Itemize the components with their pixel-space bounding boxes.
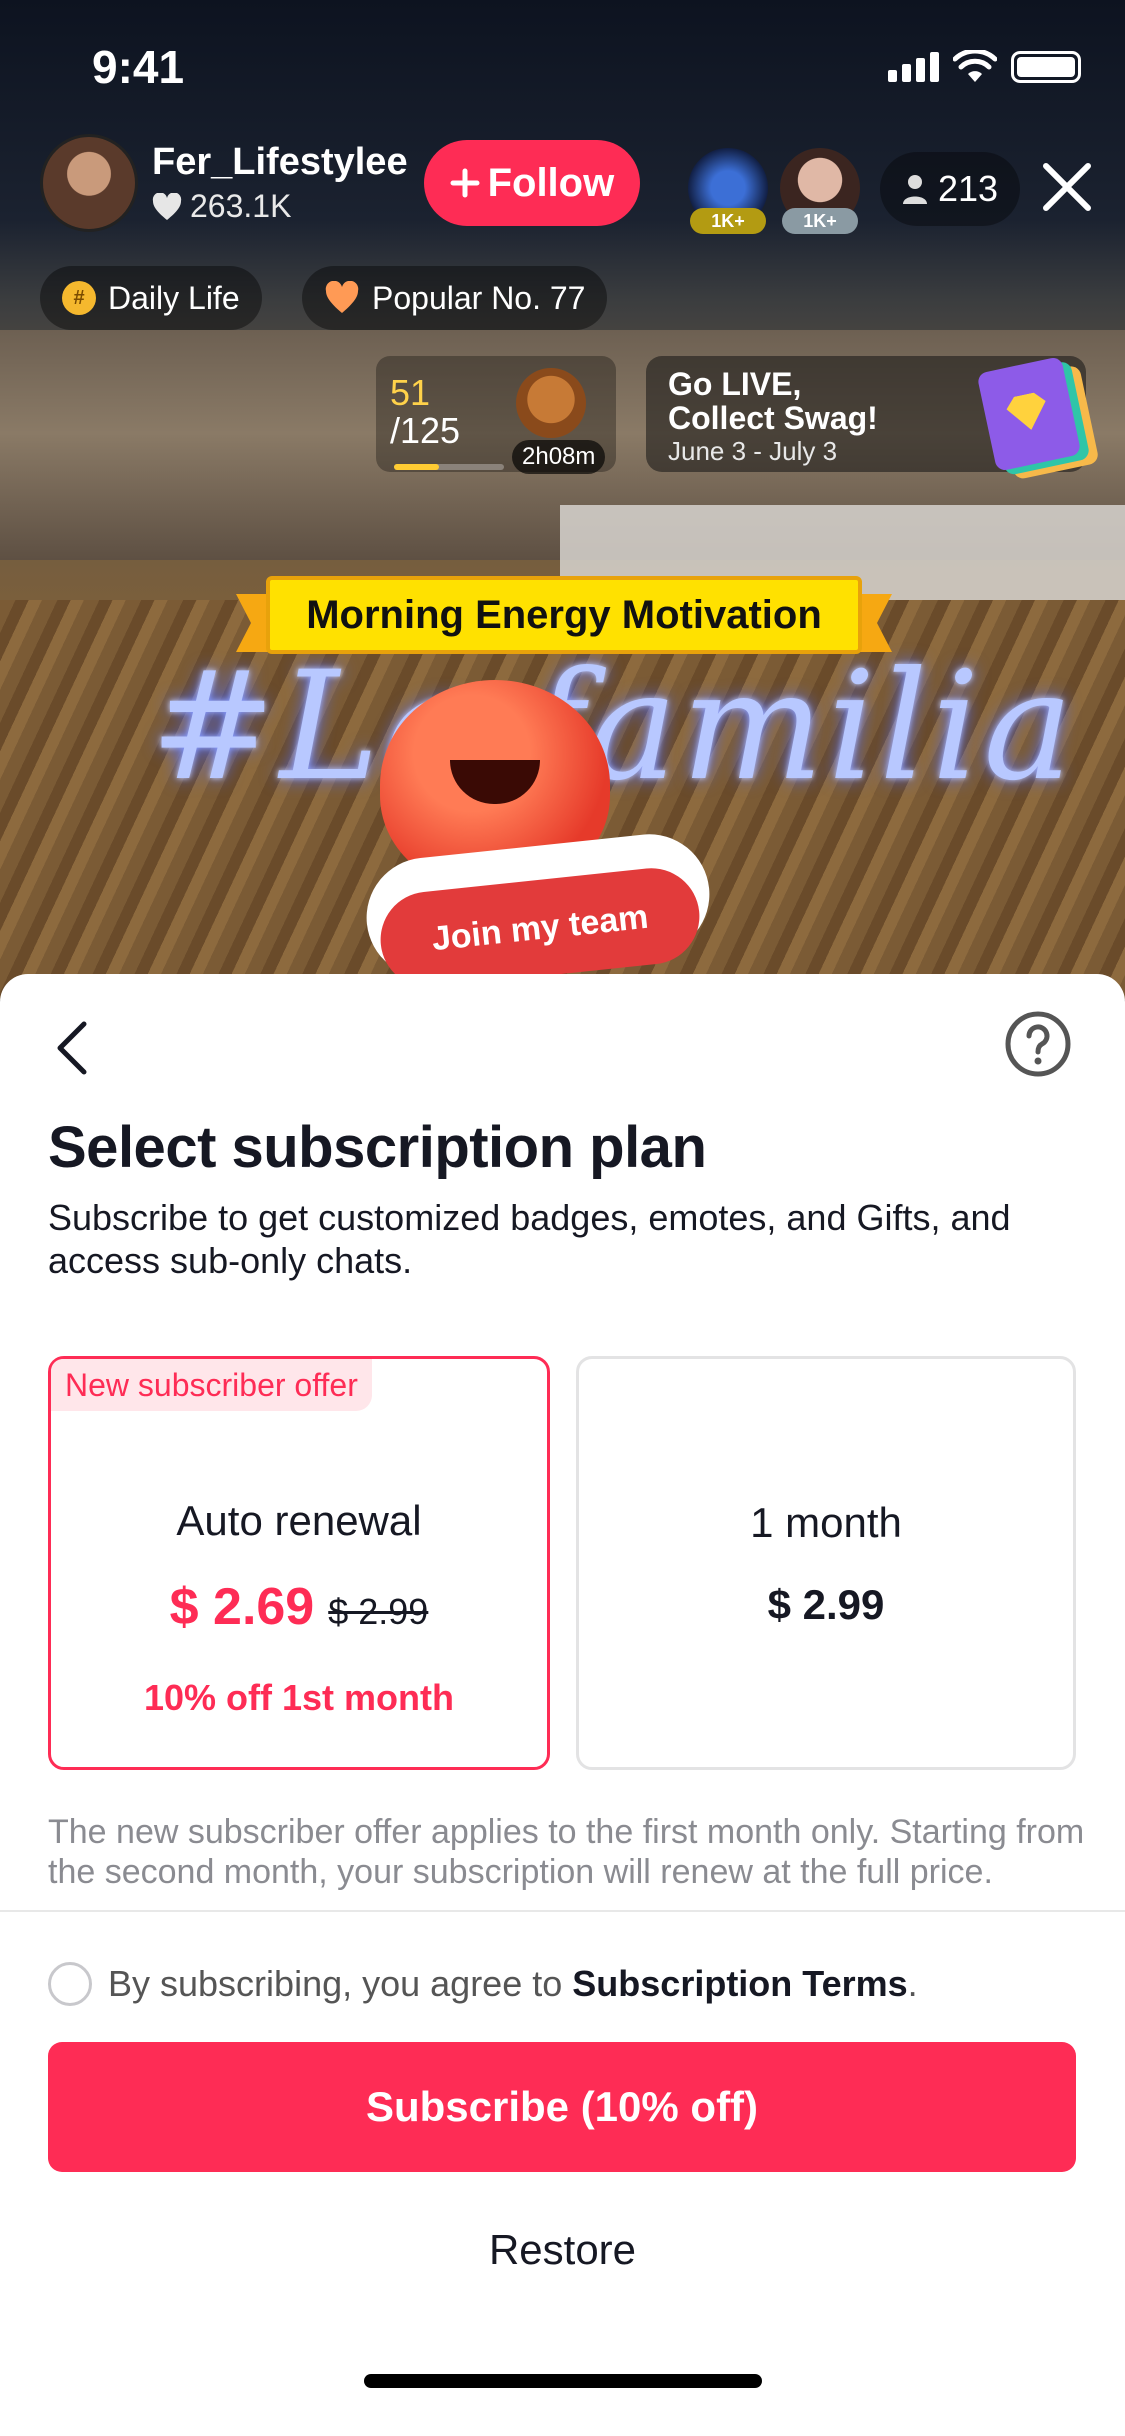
subscription-sheet: Select subscription plan Subscribe to ge… <box>0 974 1125 2436</box>
goal-total: /125 <box>390 410 461 451</box>
promo-dates: June 3 - July 3 <box>668 436 838 466</box>
terms-suffix: . <box>907 1963 918 2004</box>
plan-auto-renewal[interactable]: New subscriber offer Auto renewal $ 2.69… <box>48 1356 550 1770</box>
neon-sign: #La familia <box>150 640 1077 814</box>
wifi-icon <box>953 50 997 82</box>
viewer-count-value: 213 <box>938 168 999 209</box>
help-icon[interactable] <box>1004 1010 1072 1078</box>
viewer-count[interactable]: 213 <box>880 152 1021 226</box>
chip-popular[interactable]: Popular No. 77 <box>302 266 608 330</box>
stream-title: Morning Energy Motivation <box>266 576 862 654</box>
home-indicator <box>364 2374 762 2388</box>
sheet-footer: By subscribing, you agree to Subscriptio… <box>0 1910 1125 2436</box>
close-icon[interactable] <box>1036 156 1098 218</box>
terms-link[interactable]: Subscription Terms <box>572 1963 907 2004</box>
likes-count: 263.1K <box>190 188 292 224</box>
plan-price: $ 2.99 <box>767 1581 885 1628</box>
goal-progress-bar <box>394 464 504 470</box>
stream-title-banner: Morning Energy Motivation <box>236 576 892 658</box>
subscribe-button[interactable]: Subscribe (10% off) <box>48 2042 1076 2172</box>
terms-text: By subscribing, you agree to Subscriptio… <box>108 1963 918 2005</box>
viewer-avatar[interactable]: 1K+ <box>780 148 860 234</box>
host-avatar[interactable] <box>40 134 138 232</box>
plan-old-price: $ 2.99 <box>328 1591 429 1632</box>
heart-badge-icon <box>325 281 359 313</box>
follow-button[interactable]: Follow <box>423 140 641 226</box>
goal-timer: 2h08m <box>512 440 606 474</box>
plan-price: $ 2.69 <box>169 1578 315 1636</box>
plus-icon <box>450 168 480 198</box>
heart-icon <box>152 192 182 220</box>
status-bar: 9:41 <box>0 0 1125 140</box>
plan-one-month[interactable]: 1 month $ 2.99 <box>576 1356 1076 1770</box>
offer-note: The new subscriber offer applies to the … <box>48 1813 1085 1891</box>
promo-line1: Go LIVE, <box>668 366 802 402</box>
plan-price-row: $ 2.69 $ 2.99 <box>51 1577 547 1637</box>
go-live-promo[interactable]: Go LIVE, Collect Swag! June 3 - July 3 <box>646 356 1086 472</box>
restore-button[interactable]: Restore <box>0 2210 1125 2290</box>
promo-line2: Collect Swag! <box>668 400 878 436</box>
terms-agreement[interactable]: By subscribing, you agree to Subscriptio… <box>48 1962 918 2006</box>
goal-current: 51 <box>390 372 431 413</box>
host-info[interactable]: Fer_Lifestylee 263.1K Follow <box>40 134 641 232</box>
viewer-badge: 1K+ <box>782 208 858 234</box>
page-subtitle: Subscribe to get customized badges, emot… <box>48 1197 1011 1281</box>
plan-discount: 10% off 1st month <box>143 1677 455 1718</box>
status-icons <box>888 50 1081 84</box>
top-viewers[interactable]: 1K+ 1K+ <box>688 148 860 234</box>
cellular-signal-icon <box>888 52 939 82</box>
terms-checkbox[interactable] <box>48 1962 92 2006</box>
plan-name: Auto renewal <box>176 1497 422 1544</box>
chip-label: Daily Life <box>108 279 240 316</box>
viewer-avatar[interactable]: 1K+ <box>688 148 768 234</box>
plan-name: 1 month <box>750 1499 902 1546</box>
gift-goal-widget[interactable]: 51 /125 2h08m <box>376 356 616 474</box>
swag-cards-icon <box>976 356 1082 472</box>
battery-icon <box>1011 51 1081 83</box>
host-meta: Fer_Lifestylee 263.1K <box>152 141 408 225</box>
terms-prefix: By subscribing, you agree to <box>108 1963 563 2004</box>
chip-daily-life[interactable]: # Daily Life <box>40 266 262 330</box>
hashtag-icon: # <box>62 281 96 315</box>
host-name: Fer_Lifestylee <box>152 141 408 183</box>
status-time: 9:41 <box>92 41 185 93</box>
teddy-bear-icon <box>516 368 586 438</box>
person-icon <box>903 175 927 204</box>
page-title: Select subscription plan <box>48 1115 707 1180</box>
viewer-badge: 1K+ <box>690 208 766 234</box>
new-subscriber-badge: New subscriber offer <box>51 1359 372 1411</box>
host-likes: 263.1K <box>152 188 408 225</box>
back-icon[interactable] <box>48 1018 98 1078</box>
chip-label: Popular No. 77 <box>372 279 586 316</box>
follow-label: Follow <box>487 160 615 205</box>
